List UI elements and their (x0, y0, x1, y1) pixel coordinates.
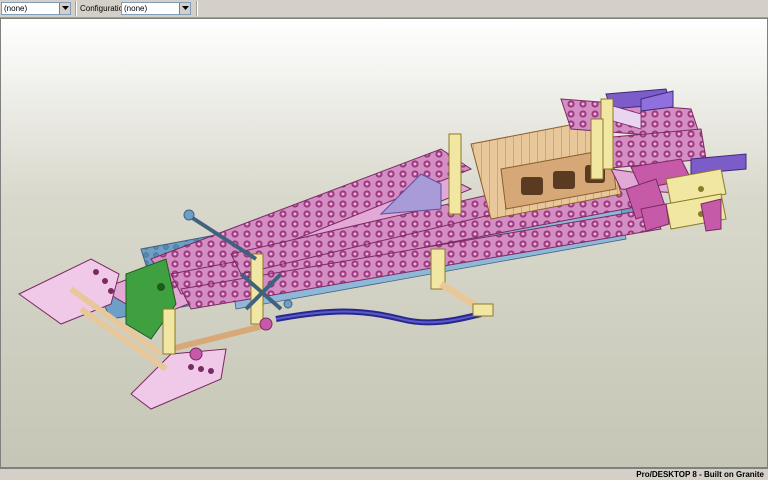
toolbar-separator (75, 1, 77, 16)
3d-model-viewport[interactable] (0, 18, 768, 468)
configuration-value: (none) (124, 4, 148, 13)
race-car-model[interactable] (1, 19, 767, 467)
chevron-down-icon[interactable] (179, 3, 190, 14)
toolbar-separator (196, 1, 198, 16)
chevron-down-icon[interactable] (59, 3, 70, 14)
selector-dropdown[interactable]: (none) (1, 2, 71, 15)
selector-value: (none) (4, 4, 28, 13)
status-bar: Pro/DESKTOP 8 - Built on Granite (0, 468, 768, 480)
status-text: Pro/DESKTOP 8 - Built on Granite (636, 470, 764, 479)
toolbar: (none) Configuration: (none) (0, 0, 768, 18)
right-front-arm (439, 281, 494, 317)
configuration-dropdown[interactable]: (none) (121, 2, 191, 15)
